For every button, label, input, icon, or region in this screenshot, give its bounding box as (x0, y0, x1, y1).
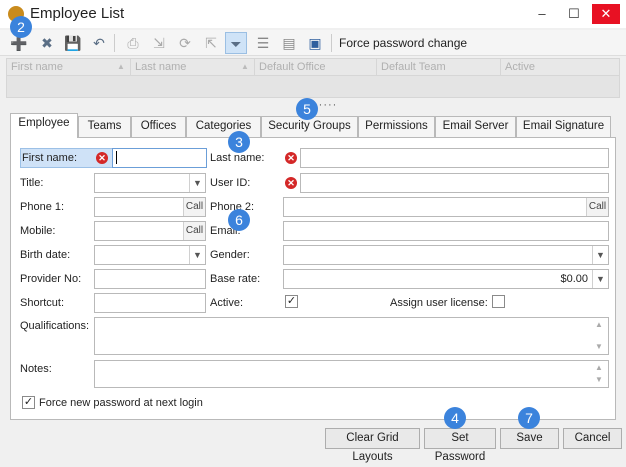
sort-icon: ▲ (241, 62, 249, 71)
tab-email-server[interactable]: Email Server (435, 116, 516, 137)
column-active[interactable]: Active (501, 59, 619, 75)
cancel-button[interactable]: Cancel (563, 428, 622, 449)
chevron-down-icon[interactable]: ▼ (189, 246, 205, 264)
assign-license-checkbox[interactable] (492, 295, 505, 308)
tab-teams[interactable]: Teams (78, 116, 131, 137)
badge-4: 4 (444, 407, 466, 429)
chevron-down-icon[interactable]: ▼ (592, 270, 608, 288)
phone2-call-button[interactable]: Call (586, 198, 608, 216)
base-rate-label: Base rate: (210, 273, 261, 285)
import-icon[interactable]: ⇱ (200, 32, 222, 54)
scroll-down-icon[interactable]: ▼ (591, 341, 607, 353)
qualifications-textarea[interactable]: ▲ ▼ (94, 317, 609, 355)
phone1-call-button[interactable]: Call (183, 198, 205, 216)
birth-date-label: Birth date: (20, 249, 71, 261)
last-name-label: Last name: (210, 152, 265, 164)
qualifications-label: Qualifications: (20, 320, 90, 332)
title-label: Title: (20, 177, 44, 189)
shortcut-label: Shortcut: (20, 297, 65, 309)
mobile-input[interactable]: Call (94, 221, 206, 241)
notes-textarea[interactable]: ▲ ▼ (94, 360, 609, 388)
save-button[interactable]: Save (500, 428, 559, 449)
active-label: Active: (210, 297, 244, 309)
filter-icon[interactable]: ⏷ (225, 32, 247, 54)
chevron-down-icon[interactable]: ▼ (592, 246, 608, 264)
gender-label: Gender: (210, 249, 250, 261)
set-password-button[interactable]: Set Password (424, 428, 496, 463)
user-id-label: User ID: (210, 177, 251, 189)
shortcut-input[interactable] (94, 293, 206, 313)
text-cursor (116, 151, 117, 164)
undo-icon[interactable]: ↶ (88, 32, 110, 54)
first-name-label: First name: (22, 152, 78, 164)
phone1-label: Phone 1: (20, 201, 65, 213)
maximize-button[interactable]: ☐ (560, 4, 588, 24)
first-name-input[interactable] (112, 148, 207, 168)
active-checkbox[interactable]: ✓ (285, 295, 298, 308)
scroll-up-icon[interactable]: ▲ (591, 319, 607, 331)
columns-icon[interactable]: ▤ (278, 32, 300, 54)
badge-3: 3 (228, 131, 250, 153)
column-last-name[interactable]: Last name (131, 59, 255, 75)
user-id-error-icon: ✕ (285, 177, 297, 189)
column-default-office[interactable]: Default Office (255, 59, 377, 75)
force-new-password-label: Force new password at next login (39, 397, 203, 409)
window-title: Employee List (30, 5, 125, 22)
close-button[interactable]: ✕ (592, 4, 620, 24)
sort-icon: ▲ (117, 62, 125, 71)
print-icon[interactable]: ⎙ (122, 32, 144, 54)
delete-record-icon[interactable]: ✖ (36, 32, 58, 54)
title-select[interactable]: ▼ (94, 173, 206, 193)
layout-icon[interactable]: ▣ (304, 32, 326, 54)
tab-permissions[interactable]: Permissions (358, 116, 435, 137)
last-name-input[interactable] (300, 148, 609, 168)
badge-5: 5 (296, 98, 318, 120)
save-icon[interactable]: 💾 (62, 32, 84, 54)
mobile-call-button[interactable]: Call (183, 222, 205, 240)
phone1-input[interactable]: Call (94, 197, 206, 217)
tab-employee[interactable]: Employee (10, 113, 78, 138)
column-first-name[interactable]: First name (7, 59, 131, 75)
badge-2: 2 (10, 16, 32, 38)
email-input[interactable] (283, 221, 609, 241)
scroll-up-icon[interactable]: ▲ (591, 362, 607, 374)
grid-body[interactable] (6, 76, 620, 98)
base-rate-input[interactable]: $0.00 ▼ (283, 269, 609, 289)
scroll-down-icon[interactable]: ▼ (591, 374, 607, 386)
tab-categories[interactable]: Categories (186, 116, 261, 137)
assign-license-label: Assign user license: (390, 297, 488, 309)
minimize-button[interactable]: – (528, 4, 556, 24)
notes-label: Notes: (20, 363, 52, 375)
chevron-down-icon[interactable]: ▼ (189, 174, 205, 192)
grid-header: First name ▲ Last name ▲ Default Office … (6, 58, 620, 76)
first-name-error-icon: ✕ (96, 152, 108, 164)
force-password-change-button[interactable]: Force password change (339, 36, 467, 50)
last-name-error-icon: ✕ (285, 152, 297, 164)
toolbar-separator (114, 34, 115, 52)
refresh-icon[interactable]: ⟳ (174, 32, 196, 54)
toolbar-separator (331, 34, 332, 52)
tab-email-signature[interactable]: Email Signature (516, 116, 611, 137)
provider-no-input[interactable] (94, 269, 206, 289)
gender-select[interactable]: ▼ (283, 245, 609, 265)
badge-7: 7 (518, 407, 540, 429)
user-id-input[interactable] (300, 173, 609, 193)
clear-grid-layouts-button[interactable]: Clear Grid Layouts (325, 428, 420, 463)
group-icon[interactable]: ☰ (252, 32, 274, 54)
column-default-team[interactable]: Default Team (377, 59, 501, 75)
birth-date-picker[interactable]: ▼ (94, 245, 206, 265)
tab-offices[interactable]: Offices (131, 116, 186, 137)
mobile-label: Mobile: (20, 225, 56, 237)
phone2-input[interactable]: Call (283, 197, 609, 217)
provider-no-label: Provider No: (20, 273, 82, 285)
badge-6: 6 (228, 209, 250, 231)
export-icon[interactable]: ⇲ (148, 32, 170, 54)
base-rate-value: $0.00 (560, 273, 588, 285)
force-new-password-checkbox[interactable]: ✓ (22, 396, 35, 409)
